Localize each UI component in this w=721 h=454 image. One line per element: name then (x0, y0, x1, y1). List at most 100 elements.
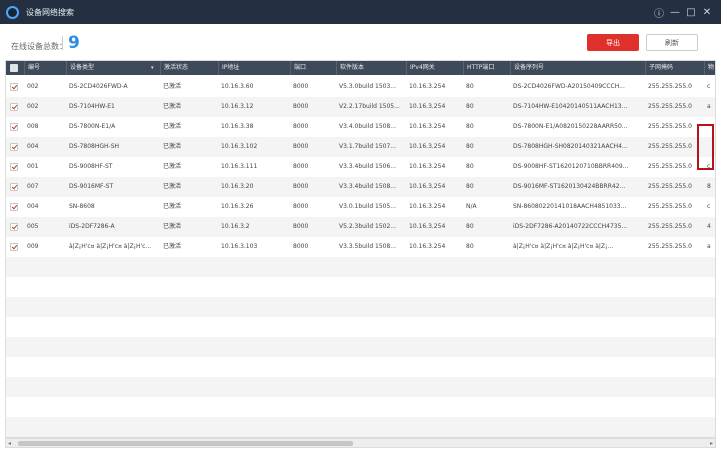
table-row[interactable]: 002 DS-2CD4026FWD-A 已激活 10.16.3.60 8000 V5.3.… (6, 77, 715, 97)
cell-activation: 已激活 (163, 183, 182, 190)
row-checkbox[interactable] (10, 223, 18, 231)
horizontal-scrollbar[interactable]: ◂ ▸ (5, 438, 716, 448)
empty-row (6, 397, 715, 417)
scroll-left-icon[interactable]: ◂ (8, 439, 11, 448)
cell-number: 001 (27, 163, 39, 170)
table-row[interactable]: 009 à|Z¡H'c¤ à|Z¡H'c¤ à|Z¡H'c... 已激活 10.16.… (6, 237, 715, 257)
cell-ip: 10.16.3.20 (221, 183, 254, 190)
cell-device-type: DS-7808HGH-SH (69, 143, 120, 150)
cell-activation: 已激活 (163, 143, 182, 150)
column-header-activation[interactable]: 激活状态 (160, 61, 218, 75)
row-checkbox[interactable] (10, 143, 18, 151)
cell-physical: 8 (707, 183, 711, 190)
cell-serial: DS-7808HGH-SH0820140321AACH4... (513, 143, 628, 150)
column-header-physical[interactable]: 物 (704, 61, 715, 75)
minimize-icon[interactable]: — (667, 4, 683, 20)
column-header-device-type[interactable]: 设备类型 (66, 61, 160, 75)
row-checkbox[interactable] (10, 103, 18, 111)
cell-software-version: V5.2.3build 1502... (339, 223, 397, 230)
cell-activation: 已激活 (163, 203, 182, 210)
cell-http-port: 80 (466, 243, 474, 250)
table-row[interactable]: 007 DS-9016MF-ST 已激活 10.16.3.20 8000 V3.3.4bu… (6, 177, 715, 197)
row-checkbox[interactable] (10, 203, 18, 211)
cell-ip: 10.16.3.12 (221, 103, 254, 110)
table-row[interactable]: 008 DS-7800N-E1/A 已激活 10.16.3.38 8000 V3.4.0b… (6, 117, 715, 137)
title-bar: 设备网络搜索 ⓘ — □ ✕ (0, 0, 721, 24)
info-icon[interactable]: ⓘ (651, 4, 667, 20)
column-header-software-version[interactable]: 软件版本 (336, 61, 406, 75)
scroll-right-icon[interactable]: ▸ (710, 439, 713, 448)
cell-software-version: V3.4.0build 1508... (339, 123, 397, 130)
row-checkbox[interactable] (10, 183, 18, 191)
scrollbar-thumb[interactable] (18, 441, 353, 446)
row-checkbox[interactable] (10, 163, 18, 171)
table-row[interactable]: 002 DS-7104HW-E1 已激活 10.16.3.12 8000 V2.2.17b… (6, 97, 715, 117)
table-row[interactable]: 005 iDS-2DF7286-A 已激活 10.16.3.2 8000 V5.2.3bu… (6, 217, 715, 237)
column-header-ipv4-gateway[interactable]: IPv4网关 (406, 61, 463, 75)
cell-device-type: DS-2CD4026FWD-A (69, 83, 128, 90)
empty-row (6, 417, 715, 437)
cell-device-type: DS-9016MF-ST (69, 183, 114, 190)
table-row[interactable]: 004 SN-8608 已激活 10.16.3.26 8000 V3.0.1build 1… (6, 197, 715, 217)
highlight-box (697, 124, 714, 170)
cell-subnet-mask: 255.255.255.0 (648, 243, 692, 250)
cell-number: 007 (27, 183, 39, 190)
cell-serial: DS-7104HW-E10420140511AACH13... (513, 103, 628, 110)
column-header-ip[interactable]: IP地址 (218, 61, 290, 75)
cell-software-version: V2.2.17build 1505... (339, 103, 400, 110)
table-row[interactable]: 001 DS-9008HF-ST 已激活 10.16.3.111 8000 V3.3.4b… (6, 157, 715, 177)
close-icon[interactable]: ✕ (699, 4, 715, 20)
cell-port: 8000 (293, 123, 309, 130)
empty-row (6, 297, 715, 317)
export-button[interactable]: 导出 (587, 34, 639, 51)
cell-port: 8000 (293, 183, 309, 190)
maximize-icon[interactable]: □ (683, 4, 699, 20)
row-checkbox[interactable] (10, 83, 18, 91)
column-header-port[interactable]: 端口 (290, 61, 336, 75)
empty-row (6, 357, 715, 377)
row-checkbox[interactable] (10, 123, 18, 131)
cell-ipv4-gateway: 10.16.3.254 (409, 203, 446, 210)
cell-ipv4-gateway: 10.16.3.254 (409, 103, 446, 110)
column-header-http-port[interactable]: HTTP端口 (463, 61, 510, 75)
cell-http-port: 80 (466, 143, 474, 150)
cell-subnet-mask: 255.255.255.0 (648, 123, 692, 130)
cell-http-port: 80 (466, 123, 474, 130)
empty-row (6, 317, 715, 337)
cell-device-type: iDS-2DF7286-A (69, 223, 115, 230)
cell-http-port: 80 (466, 223, 474, 230)
cell-subnet-mask: 255.255.255.0 (648, 183, 692, 190)
cell-ipv4-gateway: 10.16.3.254 (409, 183, 446, 190)
empty-row (6, 277, 715, 297)
cell-port: 8000 (293, 163, 309, 170)
cell-software-version: V5.3.0build 1503... (339, 83, 397, 90)
cell-serial: SN-86080220141018AACH4851033... (513, 203, 627, 210)
cell-number: 002 (27, 83, 39, 90)
cell-software-version: V3.3.5build 1508... (339, 243, 397, 250)
refresh-button[interactable]: 刷新 (646, 34, 698, 51)
select-all-checkbox[interactable] (10, 64, 18, 72)
cell-ip: 10.16.3.38 (221, 123, 254, 130)
column-header-subnet-mask[interactable]: 子网掩码 (645, 61, 704, 75)
cell-http-port: N/A (466, 203, 477, 210)
table-row[interactable]: 004 DS-7808HGH-SH 已激活 10.16.3.102 8000 V3.1.7… (6, 137, 715, 157)
cell-device-type: à|Z¡H'c¤ à|Z¡H'c¤ à|Z¡H'c... (69, 243, 152, 250)
column-header-number[interactable]: 编号 (24, 61, 66, 75)
column-header-serial[interactable]: 设备序列号 (510, 61, 645, 75)
cell-ipv4-gateway: 10.16.3.254 (409, 123, 446, 130)
cell-ipv4-gateway: 10.16.3.254 (409, 83, 446, 90)
empty-row (6, 377, 715, 397)
cell-subnet-mask: 255.255.255.0 (648, 143, 692, 150)
cell-software-version: V3.3.4build 1508... (339, 183, 397, 190)
cell-software-version: V3.0.1build 1505... (339, 203, 397, 210)
cell-port: 8000 (293, 103, 309, 110)
cell-number: 004 (27, 203, 39, 210)
cell-activation: 已激活 (163, 223, 182, 230)
cell-physical: 4 (707, 223, 711, 230)
cell-port: 8000 (293, 223, 309, 230)
row-checkbox[interactable] (10, 243, 18, 251)
app-logo-icon (6, 5, 19, 19)
cell-activation: 已激活 (163, 163, 182, 170)
cell-device-type: DS-7104HW-E1 (69, 103, 115, 110)
cell-subnet-mask: 255.255.255.0 (648, 163, 692, 170)
